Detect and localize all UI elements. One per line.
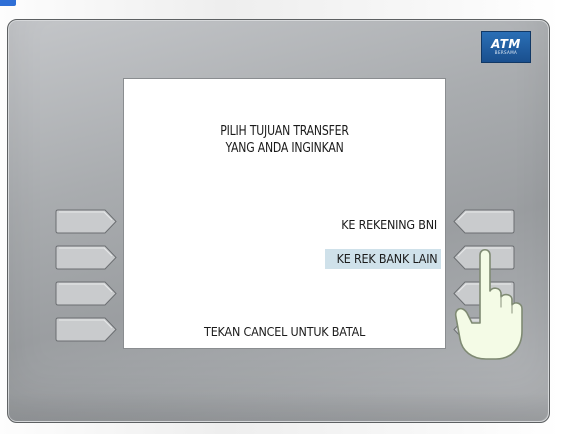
left-key-2[interactable]: [55, 245, 117, 270]
option-label: KE REK BANK LAIN: [336, 252, 437, 266]
logo-sub-text: BERSAMA: [494, 50, 518, 55]
right-key-3[interactable]: [453, 281, 515, 306]
top-edge-tab: [0, 0, 16, 6]
left-key-1[interactable]: [55, 209, 117, 234]
option-label: KE REKENING BNI: [341, 218, 437, 232]
atm-bersama-logo: ATM BERSAMA: [481, 31, 531, 63]
screen-title: PILIH TUJUAN TRANSFER YANG ANDA INGINKAN: [124, 123, 445, 157]
screen-title-line-2: YANG ANDA INGINKAN: [225, 141, 344, 156]
atm-screen: PILIH TUJUAN TRANSFER YANG ANDA INGINKAN…: [123, 78, 446, 349]
panel-bottom-strip: [7, 393, 548, 421]
option-ke-rek-bank-lain[interactable]: KE REK BANK LAIN: [324, 249, 441, 269]
logo-main-text: ATM: [491, 37, 521, 51]
option-ke-rekening-bni[interactable]: KE REKENING BNI: [330, 215, 441, 235]
right-key-4[interactable]: [453, 317, 515, 342]
left-key-3[interactable]: [55, 281, 117, 306]
cancel-instruction-text: TEKAN CANCEL UNTUK BATAL: [203, 325, 366, 339]
right-key-1[interactable]: [453, 209, 515, 234]
cancel-instruction: TEKAN CANCEL UNTUK BATAL: [124, 324, 445, 340]
screen-title-line-1: PILIH TUJUAN TRANSFER: [220, 124, 349, 139]
left-key-4[interactable]: [55, 317, 117, 342]
right-key-2[interactable]: [453, 245, 515, 270]
